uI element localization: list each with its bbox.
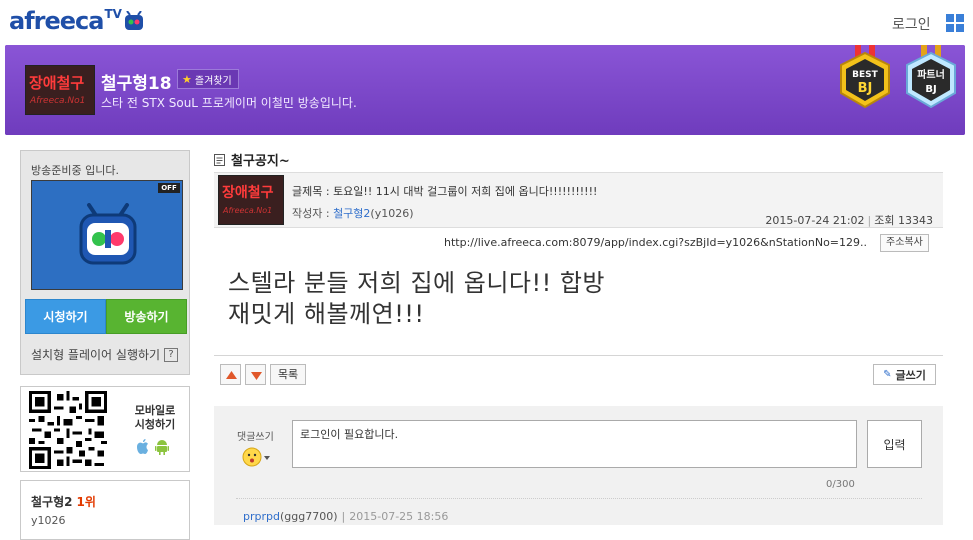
comment-date-separator: | (341, 510, 346, 523)
post-body-line2: 재밋게 해볼께연!!! (228, 300, 425, 328)
mobile-label-line2: 시청하기 (134, 418, 176, 431)
post-url[interactable]: http://live.afreeca.com:8079/app/index.c… (444, 236, 876, 249)
apple-icon[interactable] (135, 439, 149, 455)
copy-url-button[interactable]: 주소복사 (880, 234, 929, 252)
install-player-link[interactable]: 설치형 플레이어 실행하기 ? (31, 346, 179, 363)
rank-bj-name[interactable]: 철구형2 1위 (31, 493, 96, 510)
document-icon (214, 153, 225, 166)
post-date: 2015-07-24 21:02 (765, 214, 865, 227)
favorite-button[interactable]: ★ 즐겨찾기 (177, 69, 239, 89)
top-bar: afreeca TV 로그인 (0, 0, 973, 44)
content-divider (214, 355, 943, 356)
comment-label: 댓글쓰기 (237, 432, 274, 443)
post-meta: 2015-07-24 21:02 | 조회 13343 (765, 212, 933, 228)
subject-label: 글제목 : (292, 185, 334, 198)
star-icon: ★ (182, 72, 192, 86)
post-body: 스텔라 분들 저희 집에 옵니다!! 합방 재밋게 해볼께연!!! (228, 268, 605, 330)
author-id: (y1026) (370, 207, 414, 220)
comment-author-id: (ggg7700) (279, 510, 338, 523)
comment-author-nick[interactable]: prprpd (243, 510, 280, 523)
pencil-icon: ✎ (883, 369, 892, 380)
post-body-line1: 스텔라 분들 저희 집에 옵니다!! 합방 (228, 269, 606, 297)
favorite-label: 즐겨찾기 (194, 75, 232, 87)
subject-text: 토요일!! 11시 대박 걸그룹이 저희 집에 옵니다!!!!!!!!!!! (333, 185, 598, 198)
rank-position: 1위 (76, 495, 96, 509)
comment-item: prprpd(ggg7700) | 2015-07-25 18:56 (243, 510, 448, 523)
post-thumb-title: 장애철구 (222, 185, 274, 201)
rank-bj-id: y1026 (31, 514, 66, 527)
mobile-watch-panel: 모바일로 시청하기 (20, 386, 190, 472)
broadcast-button[interactable]: 방송하기 (106, 299, 187, 334)
channel-description: 스타 전 STX SouL 프로게이머 이철민 방송입니다. (101, 96, 357, 110)
afreecatv-logo[interactable]: afreeca TV (9, 7, 144, 35)
author-nick-link[interactable]: 철구형2 (333, 207, 370, 220)
meta-separator: | (867, 214, 872, 227)
best-badge-text2: BJ (858, 81, 873, 96)
comment-input[interactable]: 로그인이 필요합니다. (292, 420, 857, 468)
login-link[interactable]: 로그인 (892, 14, 931, 34)
post-header: 장애철구 Afreeca.No1 글제목 : 토요일!! 11시 대박 걸그룹이… (214, 172, 943, 228)
player-status: 방송준비중 입니다. (31, 164, 119, 177)
upvote-button[interactable] (220, 364, 241, 385)
mobile-watch-label: 모바일로 시청하기 (129, 404, 181, 432)
partner-badge-text2: BJ (925, 84, 936, 95)
downvote-button[interactable] (245, 364, 266, 385)
post-author-thumbnail[interactable]: 장애철구 Afreeca.No1 (218, 175, 284, 225)
player-panel: 방송준비중 입니다. OFF 시청하기 방송하기 설치형 플레이어 실행하기 ? (20, 150, 190, 375)
best-badge-text1: BEST (852, 70, 878, 80)
views-label: 조회 (874, 214, 895, 227)
list-button[interactable]: 목록 (270, 364, 306, 385)
watch-button[interactable]: 시청하기 (25, 299, 106, 334)
emoticon-picker-icon[interactable] (242, 446, 272, 468)
board-title-text: 철구공지~ (231, 154, 290, 169)
rank-panel: 철구형2 1위 y1026 (20, 480, 190, 540)
menu-grid-icon[interactable] (946, 14, 964, 32)
tv-mascot-icon (79, 203, 137, 265)
channel-name[interactable]: 철구형18 (101, 69, 172, 94)
tv-mascot-icon (124, 11, 143, 30)
submit-comment-button[interactable]: 입력 (867, 420, 922, 468)
arrow-down-icon (251, 372, 262, 380)
comment-area: 댓글쓰기 로그인이 필요합니다. 입력 0/300 prprpd(ggg7700… (214, 406, 943, 525)
channel-banner: 장애철구 Afreeca.No1 철구형18 ★ 즐겨찾기 스타 전 STX S… (5, 45, 965, 135)
post-thumb-subtitle: Afreeca.No1 (223, 206, 273, 215)
off-badge: OFF (158, 183, 180, 193)
android-icon[interactable] (155, 439, 169, 455)
mobile-label-line1: 모바일로 (134, 404, 176, 417)
arrow-up-icon (226, 371, 237, 379)
mobile-platform-icons (135, 439, 169, 455)
write-post-button[interactable]: ✎ 글쓰기 (873, 364, 936, 385)
post-author: 작성자 : 철구형2(y1026) (292, 205, 414, 221)
comment-date: 2015-07-25 18:56 (349, 510, 449, 523)
help-icon[interactable]: ? (164, 347, 179, 362)
thumbnail-subtitle: Afreeca.No1 (30, 96, 86, 106)
char-count: 0/300 (826, 479, 855, 490)
board-title: 철구공지~ (214, 150, 290, 169)
post-subject: 글제목 : 토요일!! 11시 대박 걸그룹이 저희 집에 옵니다!!!!!!!… (292, 183, 597, 199)
thumbnail-title: 장애철구 (29, 74, 85, 92)
comment-separator (236, 498, 922, 499)
write-label: 글쓰기 (895, 368, 926, 382)
channel-thumbnail[interactable]: 장애철구 Afreeca.No1 (25, 65, 95, 115)
player-screen[interactable]: OFF (31, 180, 183, 290)
author-label: 작성자 : (292, 207, 334, 220)
logo-tv-text: TV (104, 7, 122, 21)
partner-bj-badge-icon: 파트너 BJ (906, 45, 956, 109)
best-bj-badge-icon: BEST BJ (840, 45, 890, 109)
install-player-label: 설치형 플레이어 실행하기 (31, 348, 161, 362)
qr-code-icon (29, 391, 107, 469)
partner-badge-text1: 파트너 (917, 68, 945, 81)
rank-name-label: 철구형2 (31, 495, 73, 509)
logo-text: afreeca (9, 7, 104, 35)
views-count: 13343 (898, 214, 933, 227)
